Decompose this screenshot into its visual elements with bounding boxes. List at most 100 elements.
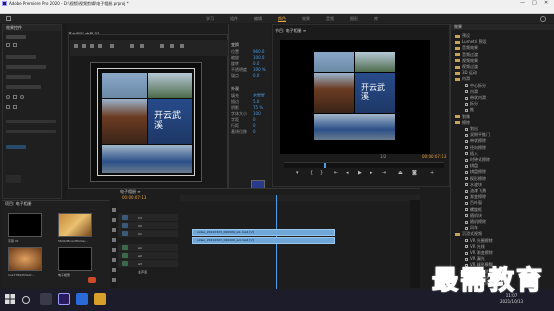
timeline-clip[interactable]: video_20210323_090009_w4.mp4 [V] [192,237,335,244]
track-select-icon[interactable] [112,218,116,222]
track-toggle[interactable] [122,215,128,220]
prop-value[interactable]: 0.0 [253,61,259,66]
track-toggle[interactable] [122,261,128,266]
windows-start-icon[interactable] [5,294,15,304]
swatch[interactable] [6,175,21,183]
effects-item[interactable]: 棋盘擦除 [465,169,486,175]
prop-value[interactable]: 0 [253,129,256,134]
photo-collage-frame[interactable]: 开云武溪 [97,68,195,176]
prop-value[interactable]: 5.0 [253,99,259,104]
selection-tool-icon[interactable] [112,208,116,212]
type-tool-icon[interactable] [112,278,116,282]
effects-folder[interactable]: 划像 [455,114,470,120]
project-tab[interactable]: 项目: 电子相册 [2,201,110,207]
bold-icon[interactable] [130,44,134,48]
maximize-button[interactable]: □ [532,0,537,7]
prop-value[interactable]: #ffffff [253,93,265,98]
effects-item[interactable]: 百叶窗 [465,200,482,206]
track-toggle[interactable] [122,223,128,228]
bin-thumbnail[interactable] [58,247,92,271]
slider-track[interactable] [6,130,56,133]
hand-tool-icon[interactable] [112,268,116,272]
play-icon[interactable]: ▶ [358,170,362,176]
control-row[interactable] [6,85,41,89]
track-toggle[interactable] [122,253,128,258]
tab-editing[interactable]: 编辑 [254,14,262,23]
toggle-icon[interactable] [13,43,17,47]
program-video-frame[interactable]: 开云武溪 [280,40,430,154]
folder-taskbar-icon[interactable] [94,293,106,305]
align-center-icon[interactable] [170,44,174,48]
rectangle-tool-icon[interactable] [13,105,17,109]
tab-effects[interactable]: 效果 [302,14,310,23]
premiere-taskbar-icon[interactable] [58,293,70,305]
go-to-in-icon[interactable]: ⇤ [334,170,338,176]
font-size-icon[interactable] [110,44,114,48]
align-right-icon[interactable] [180,44,184,48]
track-toggle[interactable] [122,245,128,250]
align-icon[interactable] [98,44,102,48]
control-row[interactable] [6,65,46,69]
effects-item[interactable]: 水波块 [465,182,482,188]
ellipse-tool-icon[interactable] [6,95,10,99]
effects-item[interactable]: VR 光线 [465,244,485,250]
minimize-button[interactable]: — [520,0,525,7]
search-icon[interactable] [22,296,30,304]
program-scrubber[interactable] [284,162,444,168]
search-icon[interactable] [540,16,546,22]
text-tool-icon[interactable] [74,44,78,48]
marker-icon[interactable]: ▾ [296,170,299,176]
task-view-icon[interactable] [40,293,52,305]
zoom-select[interactable]: 1/2 [380,154,386,159]
lift-icon[interactable]: ⏏ [398,170,403,176]
effects-item[interactable]: 中心拆分 [465,83,486,89]
prop-value[interactable]: 100 % [253,67,266,72]
slider-track[interactable] [6,120,56,123]
prop-value[interactable]: 100 [253,111,261,116]
effects-folder[interactable]: 音频效果 [455,45,478,51]
italic-icon[interactable] [140,44,144,48]
prop-value[interactable]: 960.0 [253,49,264,54]
tab-audio[interactable]: 音频 [326,14,334,23]
toggle-icon[interactable] [6,43,10,47]
settings-icon[interactable]: + [430,170,434,176]
align-left-icon[interactable] [160,44,164,48]
bin-thumbnail[interactable] [58,213,92,237]
dropdown[interactable] [6,145,26,149]
effects-folder[interactable]: 音频过渡 [455,52,478,58]
control-row[interactable] [6,75,31,79]
in-point-icon[interactable]: { [310,170,313,176]
effects-item[interactable]: 推 [465,107,474,113]
new-item-icon[interactable] [88,277,96,283]
razor-tool-icon[interactable] [112,238,116,242]
effects-item[interactable]: 随机块 [465,213,482,219]
effects-item[interactable]: 插入 [465,151,478,157]
ellipse-tool-icon[interactable] [20,95,24,99]
effects-item[interactable]: 楔形擦除 [465,176,486,182]
step-forward-icon[interactable]: ▸ [370,170,373,176]
tab-color[interactable]: 颜色 [278,14,286,23]
ripple-edit-icon[interactable] [112,228,116,232]
step-back-icon[interactable]: ◂ [346,170,349,176]
pen-tool-icon[interactable] [112,258,116,262]
bin-thumbnail[interactable] [8,247,42,271]
effects-folder[interactable]: 沉浸式视频 [455,231,482,237]
rectangle-tool-icon[interactable] [6,105,10,109]
effects-folder[interactable]: 擦除 [455,120,470,126]
playhead[interactable] [324,163,326,168]
tab-graphics[interactable]: 图形 [350,14,358,23]
bin-thumbnail[interactable] [8,213,42,237]
close-button[interactable]: ✕ [544,0,548,7]
effects-item[interactable]: 螺旋框 [465,207,482,213]
timeline-ruler[interactable] [180,195,420,295]
rectangle-tool-icon[interactable] [13,95,17,99]
prop-value[interactable]: 0 [253,117,256,122]
prop-value[interactable]: 0.0 [253,73,259,78]
control-row[interactable] [6,55,36,59]
tab-assembly[interactable]: 组件 [230,14,238,23]
align-icon[interactable] [90,44,94,48]
prop-value[interactable]: 75 % [253,105,263,110]
slip-tool-icon[interactable] [112,248,116,252]
prop-value[interactable]: 0 [253,123,256,128]
home-icon[interactable] [6,16,11,21]
